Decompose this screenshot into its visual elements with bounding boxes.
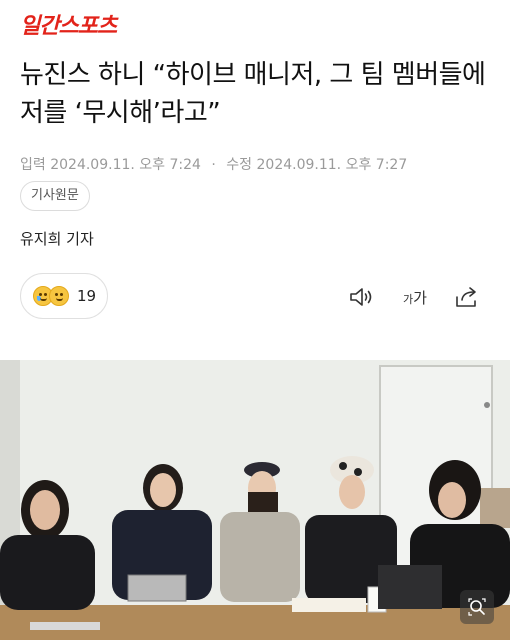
- modified-date: 2024.09.11. 오후 7:27: [256, 157, 408, 173]
- photo-illustration: [0, 360, 510, 640]
- zoom-icon: [468, 598, 486, 616]
- date-separator: ·: [211, 157, 216, 173]
- reaction-count: 19: [77, 287, 97, 305]
- smile-emoji-icon: [49, 286, 69, 306]
- font-size-icon: 가가: [403, 288, 427, 307]
- article-dates: 입력 2024.09.11. 오후 7:24 · 수정 2024.09.11. …: [20, 154, 407, 174]
- input-date: 2024.09.11. 오후 7:24: [50, 157, 201, 173]
- listen-button[interactable]: [346, 284, 376, 310]
- share-icon: [456, 287, 476, 307]
- zoom-button[interactable]: [460, 590, 494, 624]
- input-label: 입력: [20, 157, 46, 173]
- font-size-button[interactable]: 가가: [398, 284, 432, 310]
- article-photo[interactable]: [0, 360, 510, 640]
- original-article-chip[interactable]: 기사원문: [20, 181, 90, 211]
- site-header: 일간스포츠: [20, 8, 117, 40]
- share-button[interactable]: [452, 284, 482, 310]
- speaker-icon: [350, 288, 372, 306]
- reaction-button[interactable]: 19: [20, 273, 108, 319]
- modified-label: 수정: [226, 157, 253, 173]
- article-title: 뉴진스 하니 “하이브 매니저, 그 팀 멤버들에 저를 ‘무시해’라고”: [20, 60, 486, 128]
- author-byline[interactable]: 유지희 기자: [20, 228, 94, 249]
- site-logo[interactable]: 일간스포츠: [20, 14, 117, 39]
